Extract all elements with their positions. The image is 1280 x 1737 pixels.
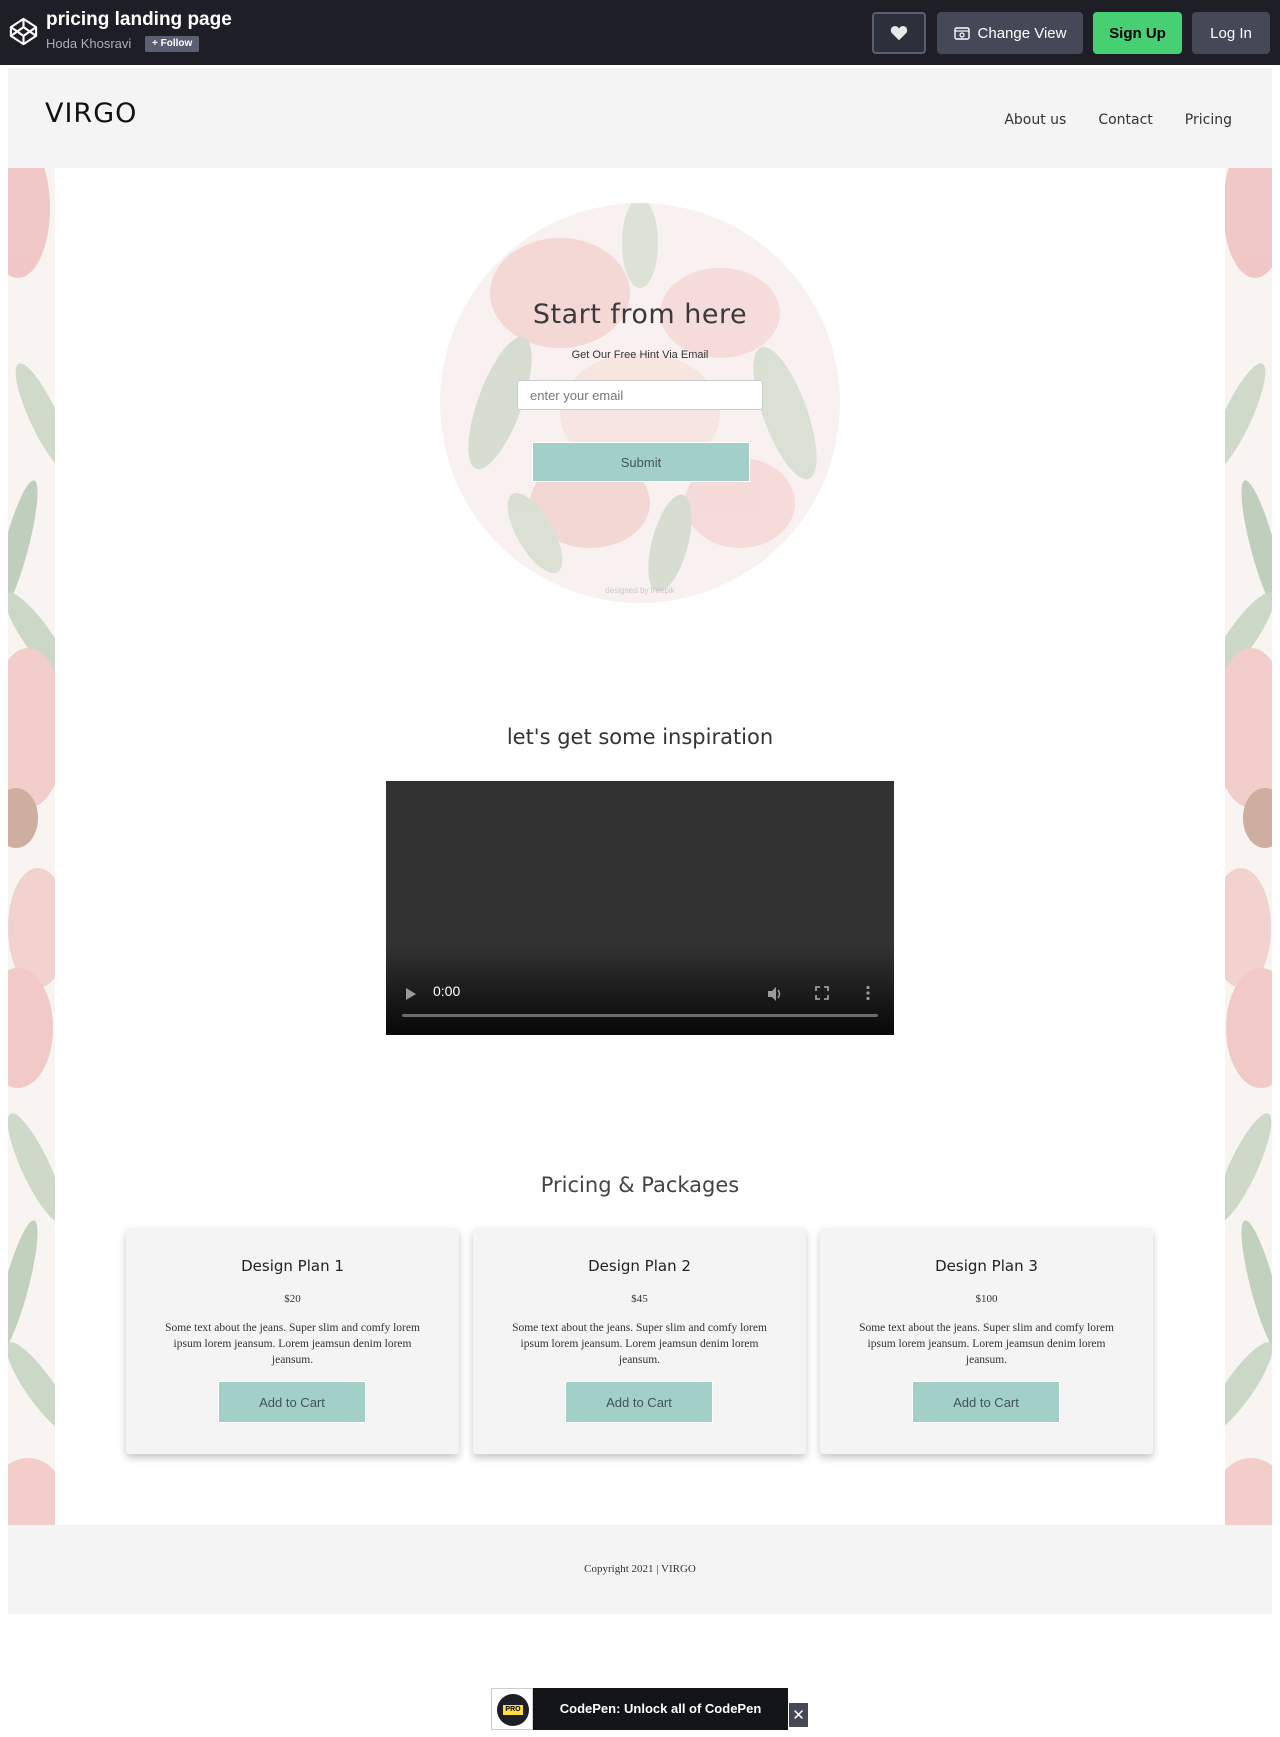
plan-description: Some text about the jeans. Super slim an… [512,1322,767,1366]
sign-up-button[interactable]: Sign Up [1093,12,1182,54]
like-button[interactable] [872,12,926,54]
copyright-text: Copyright 2021 | VIRGO [584,1563,696,1575]
preview-frame: VIRGO About us Contact Pricing Start fro… [8,68,1272,1614]
eye-window-icon [953,26,970,40]
main-nav: About us Contact Pricing [1004,112,1232,128]
floral-border-left [8,168,55,1525]
plan-price: $20 [284,1293,301,1305]
pro-label: PRO [503,1705,523,1715]
pricing-card: Design Plan 3 $100 Some text about the j… [820,1228,1153,1454]
follow-button[interactable]: + Follow [145,36,200,52]
pen-author[interactable]: Hoda Khosravi [46,36,131,51]
plan-name: Design Plan 2 [588,1257,691,1275]
pricing-cards: Design Plan 1 $20 Some text about the je… [126,1228,1153,1454]
video-time: 0:00 [433,983,461,999]
nav-contact[interactable]: Contact [1098,112,1152,128]
hero-title: Start from here [532,299,748,330]
fullscreen-icon[interactable] [814,985,830,1001]
image-credit: designed by freepik [605,586,675,595]
floral-border-right [1225,168,1272,1525]
add-to-cart-button[interactable]: Add to Cart [218,1381,366,1423]
submit-button[interactable]: Submit [532,442,750,482]
codepen-header: pricing landing page Hoda Khosravi + Fol… [0,0,1280,65]
change-view-label: Change View [977,24,1067,42]
change-view-button[interactable]: Change View [937,12,1083,54]
close-icon[interactable]: ✕ [789,1703,808,1727]
email-input[interactable] [517,380,763,410]
hero-subtitle: Get Our Free Hint Via Email [571,349,709,361]
volume-icon[interactable] [766,985,784,1003]
play-icon[interactable] [404,986,418,1002]
plan-description: Some text about the jeans. Super slim an… [165,1322,420,1366]
pricing-card: Design Plan 2 $45 Some text about the je… [473,1228,806,1454]
video-player[interactable]: 0:00 [386,781,894,1035]
site-logo[interactable]: VIRGO [45,98,137,129]
pro-banner-text: CodePen: Unlock all of CodePen [559,1701,762,1716]
more-vertical-icon[interactable] [865,985,871,1001]
hero-signup: Start from here Get Our Free Hint Via Em… [440,203,840,603]
plan-price: $45 [631,1293,648,1305]
codepen-logo-icon[interactable] [8,16,39,47]
add-to-cart-button[interactable]: Add to Cart [912,1381,1060,1423]
pricing-card: Design Plan 1 $20 Some text about the je… [126,1228,459,1454]
plan-price: $100 [975,1293,998,1305]
heart-icon [890,26,908,41]
plan-name: Design Plan 3 [935,1257,1038,1275]
plan-description: Some text about the jeans. Super slim an… [859,1322,1114,1366]
nav-pricing[interactable]: Pricing [1185,112,1232,128]
plan-name: Design Plan 1 [241,1257,344,1275]
log-in-button[interactable]: Log In [1192,12,1270,54]
pro-badge: PRO [491,1688,533,1730]
site-footer: Copyright 2021 | VIRGO [8,1525,1272,1614]
site-header: VIRGO About us Contact Pricing [8,68,1272,168]
pen-title: pricing landing page [46,9,232,30]
add-to-cart-button[interactable]: Add to Cart [565,1381,713,1423]
pro-icon: PRO [497,1694,529,1726]
video-progress-track[interactable] [402,1014,878,1017]
nav-about-us[interactable]: About us [1004,112,1066,128]
inspiration-heading: let's get some inspiration [506,725,774,749]
pricing-heading: Pricing & Packages [540,1173,740,1197]
pro-banner[interactable]: PRO CodePen: Unlock all of CodePen [491,1688,788,1730]
